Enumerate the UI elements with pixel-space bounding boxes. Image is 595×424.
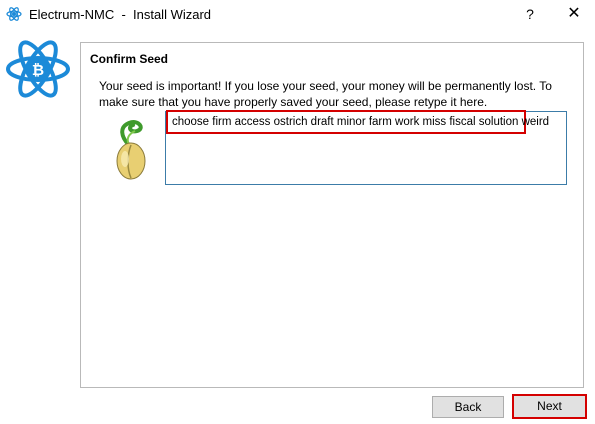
sprouting-seed-icon (116, 120, 146, 180)
next-button[interactable]: Next (512, 394, 587, 419)
close-button[interactable]: ✕ (560, 4, 588, 24)
bitcoin-atom-logo: ₿ (6, 40, 70, 98)
seed-text: choose firm access ostrich draft minor f… (172, 116, 550, 128)
panel-description: Your seed is important! If you lose your… (99, 79, 552, 109)
electrum-atom-icon (6, 7, 22, 21)
back-button[interactable]: Back (432, 396, 504, 418)
title-bar: Electrum-NMC - Install Wizard ? ✕ (0, 0, 595, 28)
seed-input[interactable]: choose firm access ostrich draft minor f… (165, 110, 567, 185)
panel-title: Confirm Seed (90, 52, 169, 66)
seed-highlight-box: choose firm access ostrich draft minor f… (166, 110, 549, 134)
window-title: Electrum-NMC - Install Wizard (29, 7, 212, 22)
bitcoin-symbol: ₿ (32, 61, 44, 79)
help-button[interactable]: ? (516, 4, 544, 24)
wizard-panel: Confirm Seed Your seed is important! If … (80, 42, 584, 388)
